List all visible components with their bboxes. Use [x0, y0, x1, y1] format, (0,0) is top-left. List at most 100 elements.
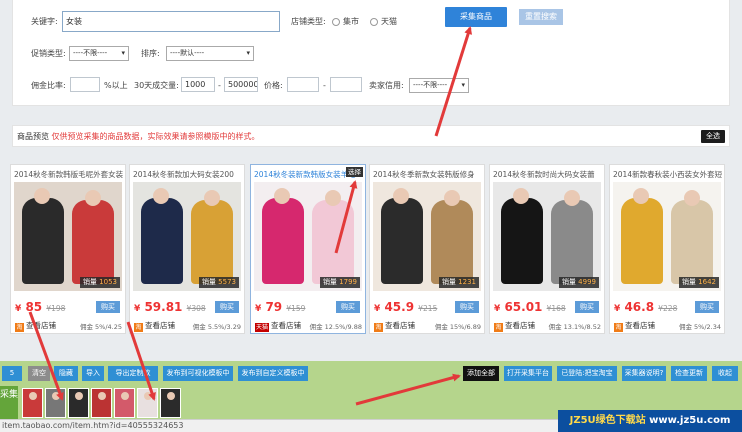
commission-info: 佣金 13.1%/8.52	[548, 323, 601, 331]
add-all-button[interactable]: 添加全部	[463, 366, 499, 381]
collapse-button[interactable]: 收起	[712, 366, 738, 381]
sales-label: 销量	[441, 278, 456, 286]
collected-thumbnail[interactable]	[22, 388, 43, 418]
hide-button[interactable]: 隐藏	[54, 366, 78, 381]
buy-button[interactable]: 购买	[695, 301, 719, 313]
collected-thumbnail[interactable]	[137, 388, 158, 418]
buy-button[interactable]: 购买	[336, 301, 360, 313]
currency-symbol: ¥	[134, 304, 141, 314]
product-title[interactable]: 2014秋冬新款韩版毛呢外套女装	[14, 169, 124, 180]
keyword-input[interactable]: 女装	[62, 11, 280, 32]
sales-label: 销量	[681, 278, 696, 286]
product-title[interactable]: 2014秋冬新款时尚大码女装蕾	[493, 169, 603, 180]
sales-badge: 销量 1799	[319, 277, 360, 288]
sales-count: 1231	[458, 278, 476, 286]
collected-thumbnail[interactable]	[45, 388, 66, 418]
buy-button[interactable]: 购买	[575, 301, 599, 313]
preview-hint: 仅供预览采集的商品数据，实际效果请参照模版中的样式。	[51, 132, 260, 141]
login-status-button[interactable]: 已登陆:把宝淘宝	[557, 366, 617, 381]
shop-type-icon: 淘	[374, 323, 383, 332]
collected-thumbnail[interactable]	[114, 388, 135, 418]
sales-count: 1642	[698, 278, 716, 286]
product-title[interactable]: 2014秋冬新款加大码女装200	[133, 169, 243, 180]
product-card[interactable]: 2014秋冬季新款女装韩版修身销量 1231 ¥ 45.9 ¥215 购买淘查看店铺…	[369, 164, 485, 334]
product-card[interactable]: 2014秋冬装新款韩版女装羊毛 选择 销量 1799 ¥ 79 ¥159 购买 天猫 查看店…	[250, 164, 366, 334]
view-shop-text: 查看店铺	[26, 321, 56, 330]
collect-goods-button[interactable]: 采集商品	[445, 7, 507, 27]
commission-input[interactable]	[70, 77, 100, 92]
buy-button[interactable]: 购买	[215, 301, 239, 313]
promo-type-select[interactable]: ----不限----	[69, 46, 129, 61]
sort-select[interactable]: ----默认----	[166, 46, 254, 61]
buy-button[interactable]: 购买	[455, 301, 479, 313]
choose-tag[interactable]: 选择	[346, 167, 363, 177]
price-value: 65.01	[504, 300, 543, 314]
sales-label: 销量	[322, 278, 337, 286]
view-shop-text: 查看店铺	[625, 321, 655, 330]
keyword-label: 关键字:	[31, 17, 58, 26]
watermark-url: www.jz5u.com	[649, 415, 731, 426]
store-type-radio-tmall[interactable]	[370, 18, 378, 26]
view-shop-link[interactable]: 淘查看店铺	[614, 320, 655, 332]
price-min-input[interactable]	[287, 77, 319, 92]
product-image[interactable]	[133, 182, 241, 291]
product-image[interactable]	[373, 182, 481, 291]
view-shop-link[interactable]: 淘查看店铺	[15, 320, 56, 332]
open-platform-button[interactable]: 打开采集平台	[504, 366, 552, 381]
commission-info: 佣金 12.5%/9.88	[309, 323, 362, 331]
price-value: 79	[265, 300, 283, 314]
product-image[interactable]	[613, 182, 721, 291]
price-value: 46.8	[624, 300, 655, 314]
import-button[interactable]: 导入	[82, 366, 104, 381]
currency-symbol: ¥	[15, 304, 22, 314]
product-price: ¥ 45.9 ¥215	[374, 300, 437, 314]
original-price: ¥228	[658, 304, 678, 313]
product-title[interactable]: 2014秋冬季新款女装韩版修身	[373, 169, 483, 180]
sales-badge: 销量 1642	[678, 277, 719, 288]
store-type-radio-market[interactable]	[332, 18, 340, 26]
view-shop-link[interactable]: 淘查看店铺	[494, 320, 535, 332]
product-card[interactable]: 2014秋冬新款韩版毛呢外套女装 销量 1053 ¥ 85 ¥198 购买淘查看店铺 佣…	[10, 164, 126, 334]
product-card[interactable]: 2014秋冬新款加大码女装200 销量 5573 ¥ 59.81 ¥308 购买淘查看…	[129, 164, 245, 334]
original-price: ¥159	[286, 304, 306, 313]
volume-min-input[interactable]: 1000	[181, 77, 215, 92]
check-update-button[interactable]: 检查更新	[671, 366, 707, 381]
volume-max-input[interactable]: 500000	[224, 77, 258, 92]
original-price: ¥198	[46, 304, 66, 313]
product-card[interactable]: 2014秋冬新款时尚大码女装蕾 销量 4999 ¥ 65.01 ¥168 购买淘查看店…	[489, 164, 605, 334]
publish-custom-button[interactable]: 发布到自定义模板中	[238, 366, 308, 381]
export-button[interactable]: 导出定制款	[108, 366, 158, 381]
view-shop-text: 查看店铺	[145, 321, 175, 330]
volume-label: 30天成交量:	[134, 81, 179, 90]
sales-label: 销量	[201, 278, 216, 286]
collected-thumbnail[interactable]	[91, 388, 112, 418]
product-image[interactable]	[493, 182, 601, 291]
view-shop-link[interactable]: 淘查看店铺	[134, 320, 175, 332]
product-image[interactable]	[14, 182, 122, 291]
commission-info: 佣金 5.5%/3.29	[192, 323, 241, 331]
commission-info: 佣金 15%/6.89	[434, 323, 481, 331]
product-price: ¥ 46.8 ¥228	[614, 300, 677, 314]
help-button[interactable]: 采集器说明?	[622, 366, 666, 381]
product-image[interactable]	[254, 182, 362, 291]
collected-thumbnail[interactable]	[68, 388, 89, 418]
currency-symbol: ¥	[494, 304, 501, 314]
view-shop-link[interactable]: 天猫 查看店铺	[255, 320, 301, 332]
watermark: JZ5U绿色下载站 www.jz5u.com	[558, 410, 742, 432]
shop-type-icon: 淘	[614, 323, 623, 332]
product-price: ¥ 85 ¥198	[15, 300, 65, 314]
price-max-input[interactable]	[330, 77, 362, 92]
collected-thumbnail[interactable]	[160, 388, 181, 418]
reset-search-button[interactable]: 重置搜索	[519, 9, 563, 25]
sales-count: 4999	[578, 278, 596, 286]
publish-template-button[interactable]: 发布到可视化模板中	[163, 366, 233, 381]
view-shop-link[interactable]: 淘查看店铺	[374, 320, 415, 332]
buy-button[interactable]: 购买	[96, 301, 120, 313]
shop-type-icon: 淘	[15, 323, 24, 332]
select-all-button[interactable]: 全选	[701, 130, 725, 143]
product-card[interactable]: 2014新款春秋装小西装女外套短销量 1642 ¥ 46.8 ¥228 购买淘查看店…	[609, 164, 725, 334]
seller-credit-select[interactable]: ----不限----	[409, 78, 469, 93]
clear-button[interactable]: 清空	[28, 366, 50, 381]
currency-symbol: ¥	[255, 304, 262, 314]
product-title[interactable]: 2014新款春秋装小西装女外套短	[613, 169, 723, 180]
